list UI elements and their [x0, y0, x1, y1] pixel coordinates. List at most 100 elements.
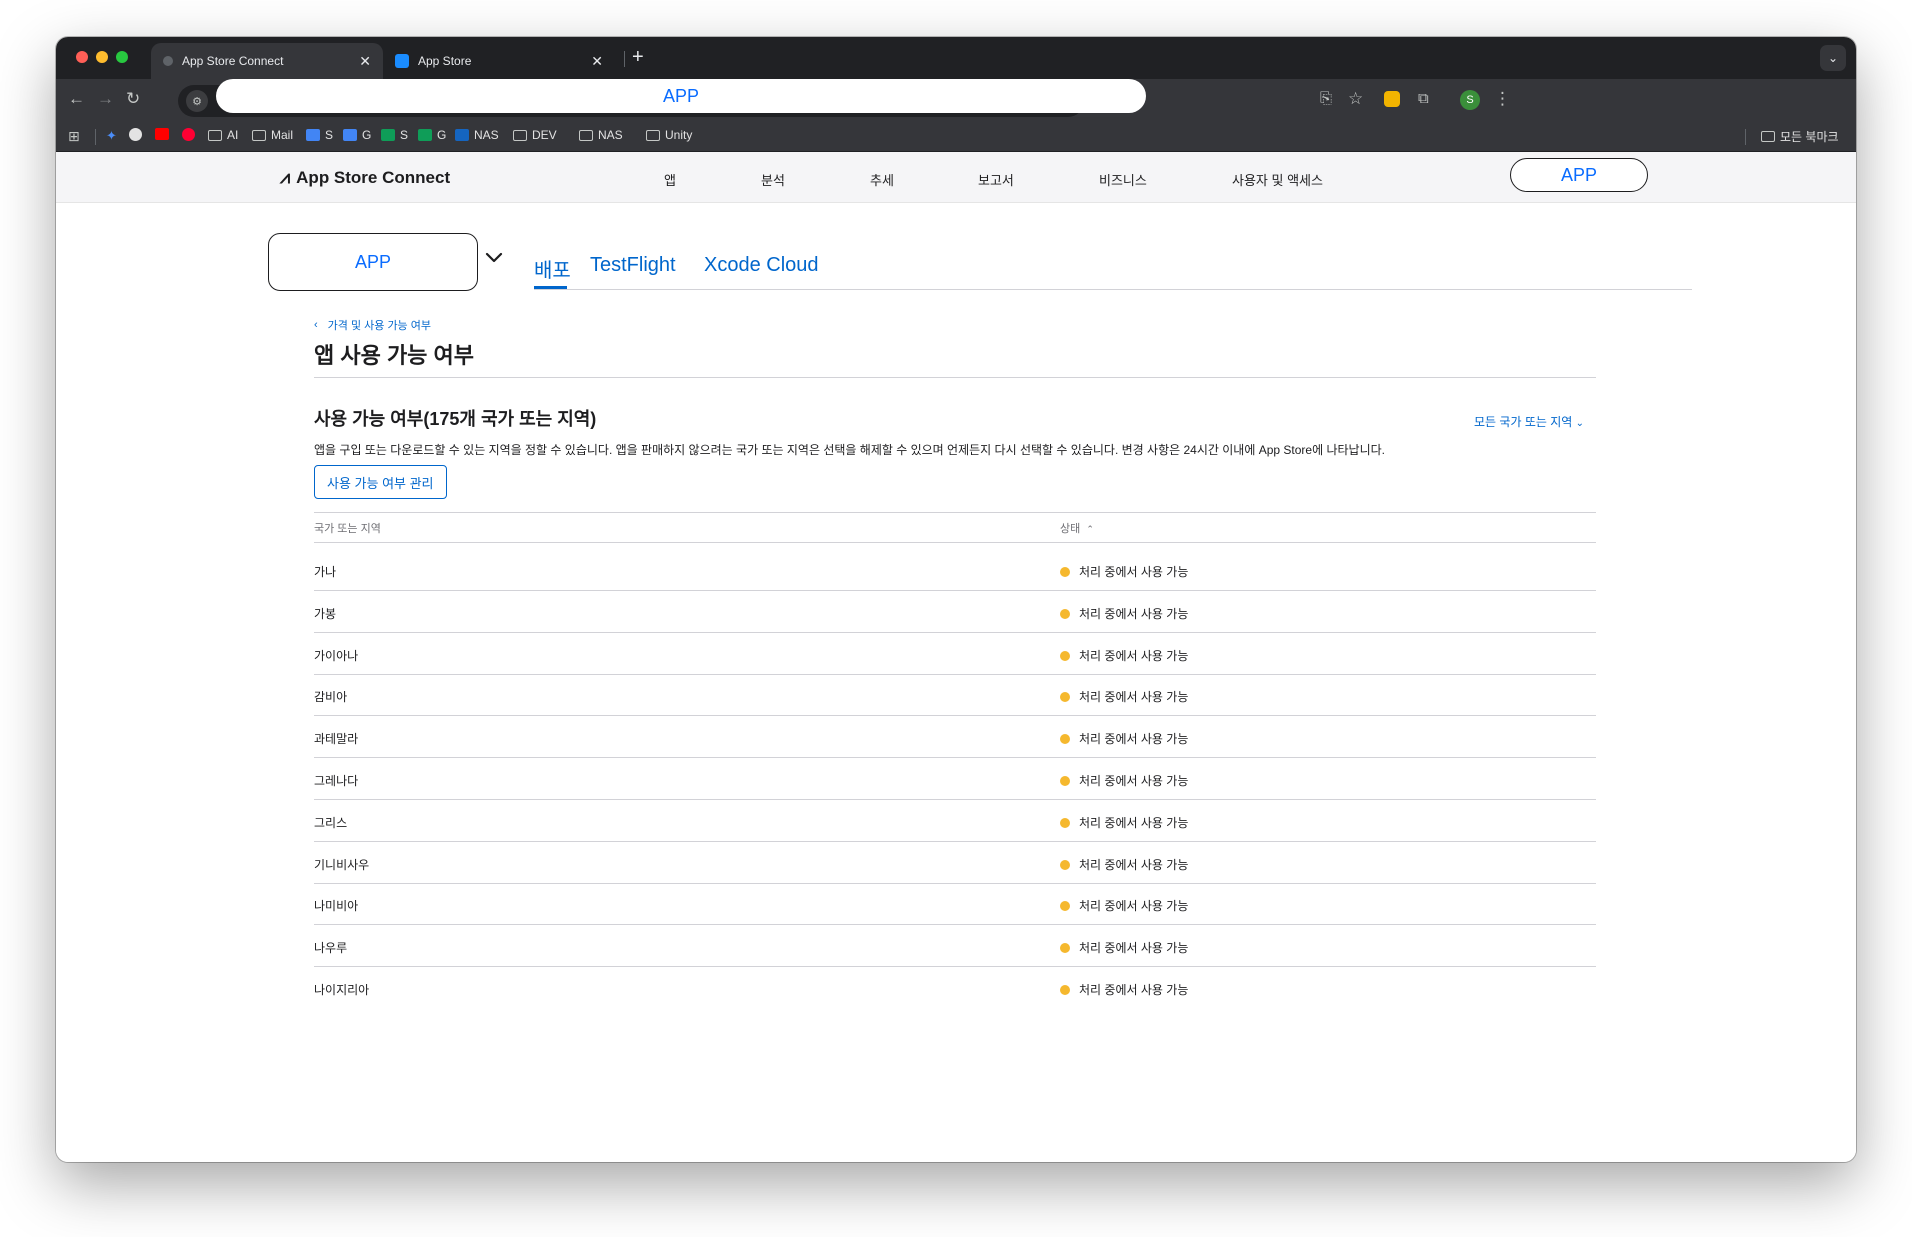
status-label: 처리 중에서 사용 가능	[1079, 983, 1189, 997]
back-arrow-icon[interactable]: ←	[68, 89, 85, 109]
more-menu-icon[interactable]: ⋮	[1494, 89, 1511, 109]
sheets-icon	[418, 129, 432, 141]
tab-app-store[interactable]: App Store ✕	[383, 43, 615, 79]
row-divider	[314, 590, 1596, 591]
docs-icon	[343, 129, 357, 141]
status-cell: 처리 중에서 사용 가능	[1060, 814, 1188, 831]
status-dot-icon	[1060, 608, 1070, 619]
dsm-icon	[455, 129, 469, 141]
status-cell: 처리 중에서 사용 가능	[1060, 981, 1188, 998]
status-dot-icon	[1060, 900, 1070, 911]
status-label: 처리 중에서 사용 가능	[1079, 941, 1189, 955]
row-divider	[314, 757, 1596, 758]
status-label: 처리 중에서 사용 가능	[1079, 565, 1189, 579]
chevron-left-icon: ‹	[314, 319, 318, 331]
tab-search-chevron-icon[interactable]: ⌄	[1820, 45, 1846, 71]
bookmark-docs-s[interactable]: S	[306, 128, 333, 142]
tab-strip: App Store Connect ✕ App Store ✕ + ⌄	[56, 37, 1856, 79]
status-label: 처리 중에서 사용 가능	[1079, 899, 1189, 913]
breadcrumb[interactable]: ‹ 가격 및 사용 가능 여부	[314, 317, 431, 333]
bookmark-mail[interactable]: Mail	[252, 128, 293, 142]
nav-apps[interactable]: 앱	[664, 170, 676, 189]
bookmark-star-icon[interactable]: ☆	[1348, 89, 1363, 109]
status-dot-icon	[1060, 984, 1070, 995]
status-dot-icon	[1060, 733, 1070, 744]
bookmark-label: NAS	[598, 128, 623, 142]
tab-title: App Store	[418, 54, 472, 68]
bookmark-label: G	[437, 128, 447, 142]
youtube-bookmark[interactable]	[155, 128, 174, 140]
country-cell: 감비아	[314, 690, 348, 704]
folder-icon	[208, 129, 222, 141]
tab-app-store-connect[interactable]: App Store Connect ✕	[151, 43, 383, 79]
circle-logo-icon	[129, 128, 142, 141]
bookmark-nas-dsm[interactable]: NAS	[455, 128, 499, 142]
nav-analytics[interactable]: 분석	[761, 170, 785, 189]
bookmark-docs-g[interactable]: G	[343, 128, 371, 142]
youtube-music-bookmark[interactable]	[182, 128, 200, 141]
address-text[interactable]: APP	[216, 79, 1146, 113]
bookmark-label: Unity	[665, 128, 693, 142]
chevron-down-icon[interactable]	[484, 248, 504, 268]
column-header-status[interactable]: 상태 ⌃	[1060, 520, 1094, 536]
site-settings-icon[interactable]: ⚙	[186, 90, 208, 112]
app-selector[interactable]: APP	[268, 233, 478, 291]
bookmark-ai[interactable]: AI	[208, 128, 238, 142]
bookmark-sheets-g[interactable]: G	[418, 128, 446, 142]
extension-icon[interactable]	[1384, 91, 1400, 107]
minimize-window-icon[interactable]	[96, 51, 108, 63]
region-filter-label: 모든 국가 또는 지역	[1474, 415, 1573, 429]
region-filter-dropdown[interactable]: 모든 국가 또는 지역 ⌄	[1474, 413, 1584, 430]
asc-logo-label: App Store Connect	[296, 167, 451, 187]
status-label: 처리 중에서 사용 가능	[1079, 607, 1189, 621]
close-tab-icon[interactable]: ✕	[359, 53, 371, 70]
bookmark-sheets-s[interactable]: S	[381, 128, 408, 142]
close-tab-icon[interactable]: ✕	[591, 53, 603, 70]
bookmark-icon-link[interactable]	[129, 128, 147, 141]
asc-header: ⩘ App Store Connect 앱 분석 추세 보고서 비즈니스 사용자…	[56, 152, 1856, 203]
bookmark-dev[interactable]: DEV	[513, 128, 557, 142]
gemini-icon[interactable]: ✦	[106, 128, 117, 144]
status-label: 처리 중에서 사용 가능	[1079, 732, 1189, 746]
tab-xcode-cloud[interactable]: Xcode Cloud	[704, 254, 819, 277]
apple-favicon-icon	[163, 56, 173, 66]
forward-arrow-icon[interactable]: →	[97, 89, 114, 109]
bookmark-nas-folder[interactable]: NAS	[579, 128, 623, 142]
bookmark-label: G	[362, 128, 372, 142]
reload-icon[interactable]: ↻	[126, 89, 140, 109]
status-cell: 처리 중에서 사용 가능	[1060, 605, 1188, 622]
bookmark-separator	[1745, 129, 1746, 145]
status-cell: 처리 중에서 사용 가능	[1060, 897, 1188, 914]
nav-business[interactable]: 비즈니스	[1099, 170, 1147, 189]
nav-users-access[interactable]: 사용자 및 액세스	[1232, 170, 1323, 189]
close-window-icon[interactable]	[76, 51, 88, 63]
extensions-puzzle-icon[interactable]: ⧉	[1418, 89, 1429, 109]
column-header-country[interactable]: 국가 또는 지역	[314, 520, 381, 536]
profile-avatar[interactable]: S	[1460, 90, 1480, 110]
zoom-window-icon[interactable]	[116, 51, 128, 63]
status-dot-icon	[1060, 775, 1070, 786]
country-cell: 가나	[314, 565, 337, 579]
country-cell: 그리스	[314, 816, 348, 830]
status-dot-icon	[1060, 566, 1070, 577]
row-divider	[314, 799, 1596, 800]
nav-trends[interactable]: 추세	[870, 170, 894, 189]
bookmark-label: AI	[227, 128, 239, 142]
new-tab-button[interactable]: +	[632, 46, 644, 69]
apps-grid-icon[interactable]: ⊞	[68, 128, 80, 145]
tab-testflight[interactable]: TestFlight	[590, 254, 676, 277]
nav-reports[interactable]: 보고서	[978, 170, 1014, 189]
youtube-music-icon	[182, 128, 195, 141]
docs-icon	[306, 129, 320, 141]
account-menu-button[interactable]: APP	[1510, 158, 1648, 192]
manage-availability-button[interactable]: 사용 가능 여부 관리	[314, 465, 447, 499]
country-cell: 나이지리아	[314, 983, 370, 997]
status-dot-icon	[1060, 817, 1070, 828]
asc-logo[interactable]: ⩘ App Store Connect	[280, 167, 450, 188]
app-store-logo-icon: ⩘	[280, 167, 291, 187]
all-bookmarks[interactable]: 모든 북마크	[1761, 128, 1839, 145]
bookmark-unity[interactable]: Unity	[646, 128, 692, 142]
install-app-icon[interactable]: ⎘	[1320, 89, 1332, 109]
row-divider	[314, 966, 1596, 967]
tab-distribution[interactable]: 배포	[534, 254, 571, 283]
